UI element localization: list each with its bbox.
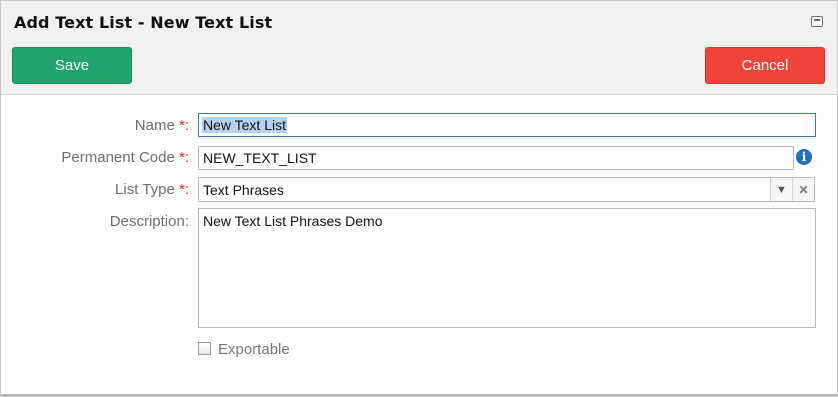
save-button[interactable]: Save bbox=[12, 47, 132, 84]
list-type-label-text: List Type bbox=[115, 181, 175, 198]
permanent-code-label: Permanent Code *: bbox=[61, 149, 189, 166]
description-label: Description: bbox=[109, 213, 189, 230]
name-input[interactable]: New Text List bbox=[198, 113, 816, 137]
permanent-code-value: NEW_TEXT_LIST bbox=[203, 150, 317, 166]
permanent-code-label-text: Permanent Code bbox=[61, 149, 175, 166]
dialog-header: Add Text List - New Text List Save Cance… bbox=[1, 1, 837, 95]
chevron-down-icon[interactable]: ▼ bbox=[771, 178, 792, 201]
dialog-title: Add Text List - New Text List bbox=[14, 13, 273, 32]
required-marker: *: bbox=[178, 181, 189, 198]
required-marker: *: bbox=[178, 149, 189, 166]
list-type-controls: ▼ ✕ bbox=[770, 178, 814, 201]
list-type-label: List Type *: bbox=[115, 181, 189, 198]
name-label-text: Name bbox=[134, 117, 175, 134]
add-text-list-dialog: Add Text List - New Text List Save Cance… bbox=[0, 0, 838, 397]
name-label: Name *: bbox=[135, 117, 189, 134]
clear-icon[interactable]: ✕ bbox=[792, 178, 814, 201]
cancel-button[interactable]: Cancel bbox=[705, 47, 825, 84]
list-type-value: Text Phrases bbox=[203, 182, 284, 198]
permanent-code-input[interactable]: NEW_TEXT_LIST bbox=[198, 146, 794, 170]
description-value: New Text List Phrases Demo bbox=[203, 213, 383, 229]
required-marker: *: bbox=[178, 117, 189, 134]
exportable-checkbox[interactable] bbox=[198, 342, 211, 355]
list-type-select[interactable]: Text Phrases ▼ ✕ bbox=[198, 177, 815, 202]
exportable-label: Exportable bbox=[218, 341, 290, 358]
name-input-value: New Text List bbox=[202, 117, 287, 133]
info-icon[interactable]: i bbox=[796, 149, 812, 165]
maximize-icon[interactable] bbox=[811, 16, 823, 27]
description-textarea[interactable]: New Text List Phrases Demo bbox=[198, 208, 816, 328]
